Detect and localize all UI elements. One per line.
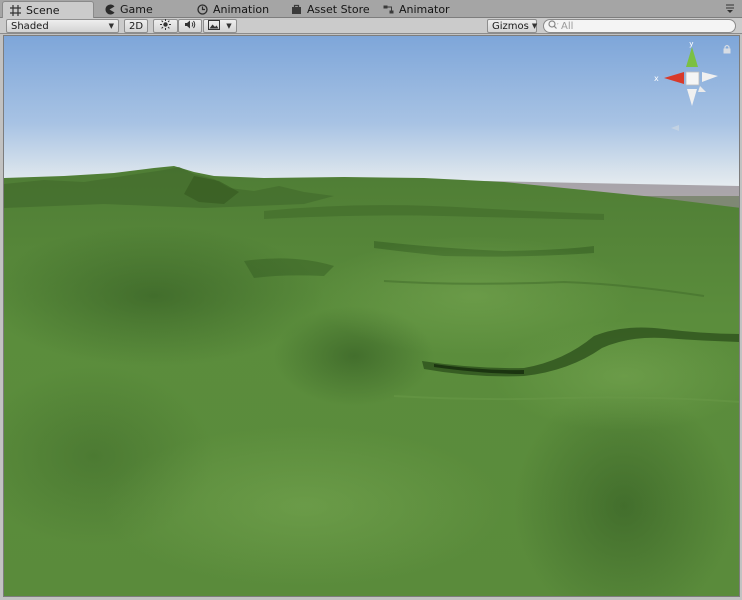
scene-grid-icon bbox=[9, 4, 21, 16]
tab-bar: Scene Game Animation Asset Store Animato… bbox=[0, 0, 742, 18]
image-effects-icon bbox=[208, 19, 221, 33]
orientation-gizmo[interactable]: y x bbox=[652, 42, 722, 114]
lighting-toggle-button[interactable] bbox=[153, 19, 178, 33]
tab-animation[interactable]: Animation bbox=[190, 1, 275, 18]
animator-icon bbox=[382, 4, 394, 16]
animation-clock-icon bbox=[196, 4, 208, 16]
tab-game[interactable]: Game bbox=[97, 1, 159, 18]
speaker-icon bbox=[184, 19, 196, 33]
sun-icon bbox=[160, 19, 171, 33]
shading-mode-dropdown[interactable]: Shaded ▼ bbox=[6, 19, 119, 33]
search-placeholder: All bbox=[561, 20, 574, 32]
camera-projection-icon[interactable] bbox=[670, 122, 680, 131]
chevron-down-icon: ▼ bbox=[226, 22, 232, 30]
terrain-scene bbox=[4, 36, 739, 596]
tab-label: Animation bbox=[213, 3, 270, 16]
tab-asset-store[interactable]: Asset Store bbox=[284, 1, 376, 18]
gizmo-y-label: y bbox=[689, 42, 694, 48]
tab-label: Game bbox=[120, 3, 153, 16]
scene-toolbar: Shaded ▼ 2D ▼ Gizmos ▼ All bbox=[0, 18, 742, 34]
audio-toggle-button[interactable] bbox=[178, 19, 202, 33]
gizmos-label: Gizmos bbox=[492, 20, 529, 32]
chevron-down-icon: ▼ bbox=[531, 22, 538, 30]
lock-icon[interactable] bbox=[722, 44, 732, 54]
panel-menu-icon[interactable] bbox=[724, 2, 736, 14]
tab-animator[interactable]: Animator bbox=[376, 1, 456, 18]
2d-toggle-label: 2D bbox=[128, 20, 144, 32]
scene-viewport[interactable]: y x bbox=[3, 35, 740, 597]
search-icon bbox=[548, 19, 559, 33]
shading-mode-value: Shaded bbox=[11, 20, 49, 32]
tab-label: Asset Store bbox=[307, 3, 370, 16]
effects-toggle-button[interactable]: ▼ bbox=[203, 19, 237, 33]
gizmo-x-label: x bbox=[654, 74, 659, 83]
gizmos-dropdown[interactable]: Gizmos ▼ bbox=[487, 19, 537, 33]
tab-scene[interactable]: Scene bbox=[2, 1, 94, 18]
game-pacman-icon bbox=[103, 4, 115, 16]
2d-toggle-button[interactable]: 2D bbox=[124, 19, 148, 33]
tab-label: Scene bbox=[26, 3, 60, 17]
tab-label: Animator bbox=[399, 3, 450, 16]
asset-store-bag-icon bbox=[290, 4, 302, 16]
scene-search-input[interactable]: All bbox=[543, 19, 736, 33]
chevron-down-icon: ▼ bbox=[108, 22, 114, 30]
